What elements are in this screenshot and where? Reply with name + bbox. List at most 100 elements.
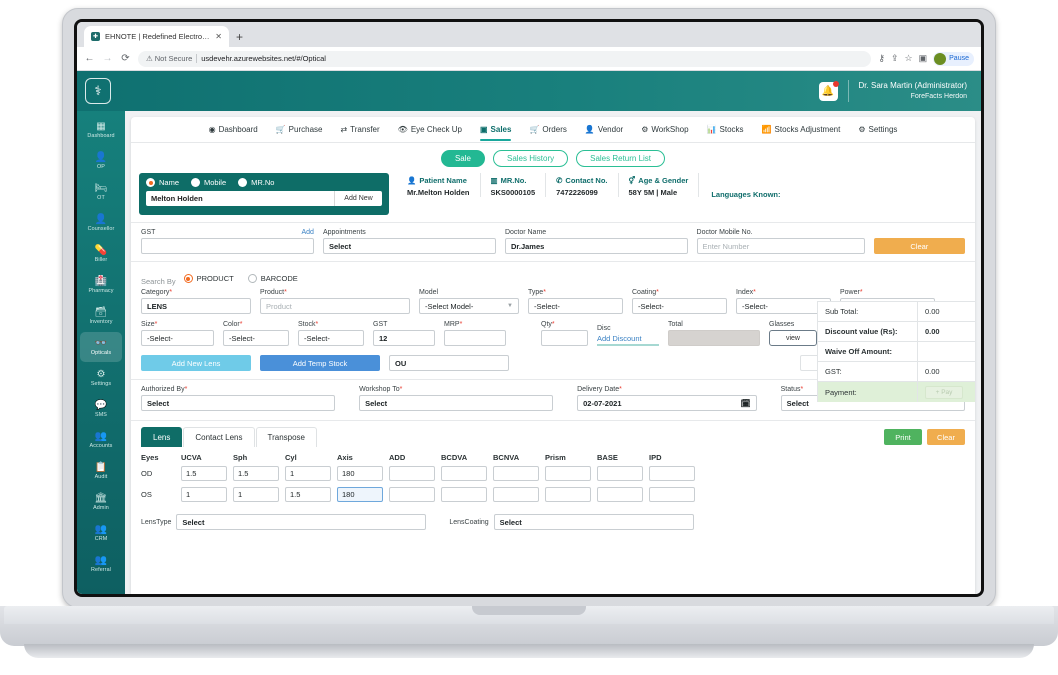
lens-cell-os-axis[interactable]: 180 xyxy=(337,487,383,502)
lens-tab-lens[interactable]: Lens xyxy=(141,427,183,447)
color-select[interactable]: -Select- xyxy=(223,330,289,346)
modnav-item-workshop[interactable]: ⚙ WorkShop xyxy=(641,117,688,143)
sidebar-item-opticals[interactable]: 👓 Opticals xyxy=(80,332,122,362)
type-select[interactable]: -Select- xyxy=(528,298,623,314)
lens-cell-od-add[interactable] xyxy=(389,466,435,481)
modnav-item-stocks-adjustment[interactable]: 📶 Stocks Adjustment xyxy=(762,117,841,143)
user-block[interactable]: Dr. Sara Martin (Administrator) ForeFact… xyxy=(859,81,967,101)
lens-cell-os-bcdva[interactable] xyxy=(441,487,487,502)
search-radio-name[interactable]: Name xyxy=(146,178,179,187)
sidebar-item-referral[interactable]: 👥 Referral xyxy=(80,549,122,579)
not-secure-indicator[interactable]: ⚠ Not Secure xyxy=(146,54,192,63)
new-tab-button[interactable]: + xyxy=(236,30,243,44)
lens-type-select[interactable]: Select xyxy=(176,514,427,530)
clear-lens-button[interactable]: Clear xyxy=(927,429,965,445)
pay-button[interactable]: + Pay xyxy=(925,385,963,399)
side-panel-icon[interactable]: ▣ xyxy=(919,53,928,64)
sidebar-item-ot[interactable]: 🛏 OT xyxy=(80,177,122,207)
sidebar-item-dashboard[interactable]: ▦ Dashboard xyxy=(80,115,122,145)
lens-tab-transpose[interactable]: Transpose xyxy=(255,427,317,447)
modnav-item-eye-check-up[interactable]: 👁 Eye Check Up xyxy=(398,117,462,143)
workshop-to-select[interactable]: Select xyxy=(359,395,554,411)
key-icon[interactable]: ⚷ xyxy=(878,53,885,64)
pill-sales-return-list[interactable]: Sales Return List xyxy=(576,150,666,167)
profile-pill[interactable]: Pause xyxy=(933,51,974,66)
lens-cell-od-bcnva[interactable] xyxy=(493,466,539,481)
lens-cell-od-ipd[interactable] xyxy=(649,466,695,481)
search-radio-mrno[interactable]: MR.No xyxy=(238,178,274,187)
lens-cell-od-base[interactable] xyxy=(597,466,643,481)
qty-input[interactable] xyxy=(541,330,588,346)
add-temp-stock-button[interactable]: Add Temp Stock xyxy=(260,355,380,371)
sidebar-item-op[interactable]: 👤 OP xyxy=(80,146,122,176)
view-glasses-button[interactable]: view xyxy=(769,330,817,346)
sidebar-item-accounts[interactable]: 👥 Accounts xyxy=(80,425,122,455)
gst-add-link[interactable]: Add xyxy=(302,229,314,236)
sales-pill-tabs[interactable]: Sale Sales History Sales Return List xyxy=(131,143,975,173)
lens-cell-os-ucva[interactable]: 1 xyxy=(181,487,227,502)
search-radio-mobile[interactable]: Mobile xyxy=(191,178,226,187)
clear-button-top[interactable]: Clear xyxy=(873,238,965,254)
lens-cell-os-ipd[interactable] xyxy=(649,487,695,502)
ou-input[interactable]: OU xyxy=(389,355,509,371)
lens-cell-od-prism[interactable] xyxy=(545,466,591,481)
patient-search-input[interactable]: Melton Holden xyxy=(146,191,334,206)
notifications-button[interactable]: 🔔 xyxy=(818,80,839,101)
browser-tab[interactable]: ✚ EHNOTE | Redefined Electronic ✕ xyxy=(84,26,229,47)
forward-icon[interactable]: → xyxy=(102,53,113,64)
modnav-item-dashboard[interactable]: ◉ Dashboard xyxy=(209,117,258,143)
search-by-options[interactable]: PRODUCT BARCODE xyxy=(183,274,298,283)
star-icon[interactable]: ☆ xyxy=(905,53,913,64)
appointments-select[interactable]: Select xyxy=(322,238,496,254)
authorized-by-select[interactable]: Select xyxy=(141,395,336,411)
product-input[interactable]: Product xyxy=(260,298,410,314)
coating-select[interactable]: -Select- xyxy=(632,298,727,314)
lens-tab-contact-lens[interactable]: Contact Lens xyxy=(183,427,255,447)
modnav-item-sales[interactable]: ▣ Sales xyxy=(479,117,512,143)
close-icon[interactable]: ✕ xyxy=(215,32,222,41)
calendar-icon[interactable]: 🗓 xyxy=(740,399,750,408)
lens-cell-od-cyl[interactable]: 1 xyxy=(285,466,331,481)
delivery-date-input[interactable]: 02-07-2021 🗓 xyxy=(577,395,757,411)
pill-sale[interactable]: Sale xyxy=(440,150,485,167)
module-nav[interactable]: ◉ Dashboard 🛒 Purchase ⇄ Transfer 👁 Eye Check U… xyxy=(131,117,975,143)
model-select[interactable]: -Select Model- ▼ xyxy=(419,298,519,314)
lens-cell-od-bcdva[interactable] xyxy=(441,466,487,481)
add-new-lens-button[interactable]: Add New Lens xyxy=(141,355,251,371)
sidebar-item-biller[interactable]: 💊 Biller xyxy=(80,239,122,269)
modnav-item-vendor[interactable]: 👤 Vendor xyxy=(585,117,623,143)
search-by-product[interactable]: PRODUCT xyxy=(183,274,234,283)
share-icon[interactable]: ⇪ xyxy=(891,53,899,64)
lens-cell-os-add[interactable] xyxy=(389,487,435,502)
stock-select[interactable]: -Select- xyxy=(298,330,364,346)
size-select[interactable]: -Select- xyxy=(141,330,214,346)
sidebar[interactable]: ▦ Dashboard 👤 OP 🛏 OT 👤 Counsellor 💊 Biller 🏥 Pharm… xyxy=(77,111,125,594)
sidebar-item-counsellor[interactable]: 👤 Counsellor xyxy=(80,208,122,238)
sidebar-item-settings[interactable]: ⚙ Settings xyxy=(80,363,122,393)
lens-cell-od-axis[interactable]: 180 xyxy=(337,466,383,481)
pill-sales-history[interactable]: Sales History xyxy=(492,150,569,167)
modnav-item-orders[interactable]: 🛒 Orders xyxy=(529,117,566,143)
lens-coating-select[interactable]: Select xyxy=(493,514,694,530)
lens-tabs[interactable]: Lens Contact Lens Transpose Print Clear xyxy=(131,421,975,447)
add-new-patient-button[interactable]: Add New xyxy=(334,191,382,206)
modnav-item-stocks[interactable]: 📊 Stocks xyxy=(707,117,744,143)
modnav-item-purchase[interactable]: 🛒 Purchase xyxy=(276,117,323,143)
reload-icon[interactable]: ⟳ xyxy=(120,53,131,64)
sidebar-item-inventory[interactable]: 🗃 Inventory xyxy=(80,301,122,331)
sidebar-item-sms[interactable]: 💬 SMS xyxy=(80,394,122,424)
category-input[interactable]: LENS xyxy=(141,298,251,314)
gst-rate-input[interactable]: 12 xyxy=(373,330,435,346)
gst-input[interactable] xyxy=(141,238,314,254)
lens-cell-od-ucva[interactable]: 1.5 xyxy=(181,466,227,481)
lens-cell-os-bcnva[interactable] xyxy=(493,487,539,502)
doctor-name-input[interactable]: Dr.James xyxy=(504,238,688,254)
stethoscope-icon[interactable]: ⚕ xyxy=(85,78,111,104)
search-mode-radios[interactable]: Name Mobile MR.No xyxy=(146,178,382,187)
lens-cell-os-base[interactable] xyxy=(597,487,643,502)
modnav-item-settings[interactable]: ⚙ Settings xyxy=(858,117,897,143)
sidebar-item-crm[interactable]: 👥 CRM xyxy=(80,518,122,548)
sidebar-item-audit[interactable]: 📋 Audit xyxy=(80,456,122,486)
print-button[interactable]: Print xyxy=(884,429,922,445)
url-bar[interactable]: ⚠ Not Secure usdevehr.azurewebsites.net/… xyxy=(138,50,872,67)
